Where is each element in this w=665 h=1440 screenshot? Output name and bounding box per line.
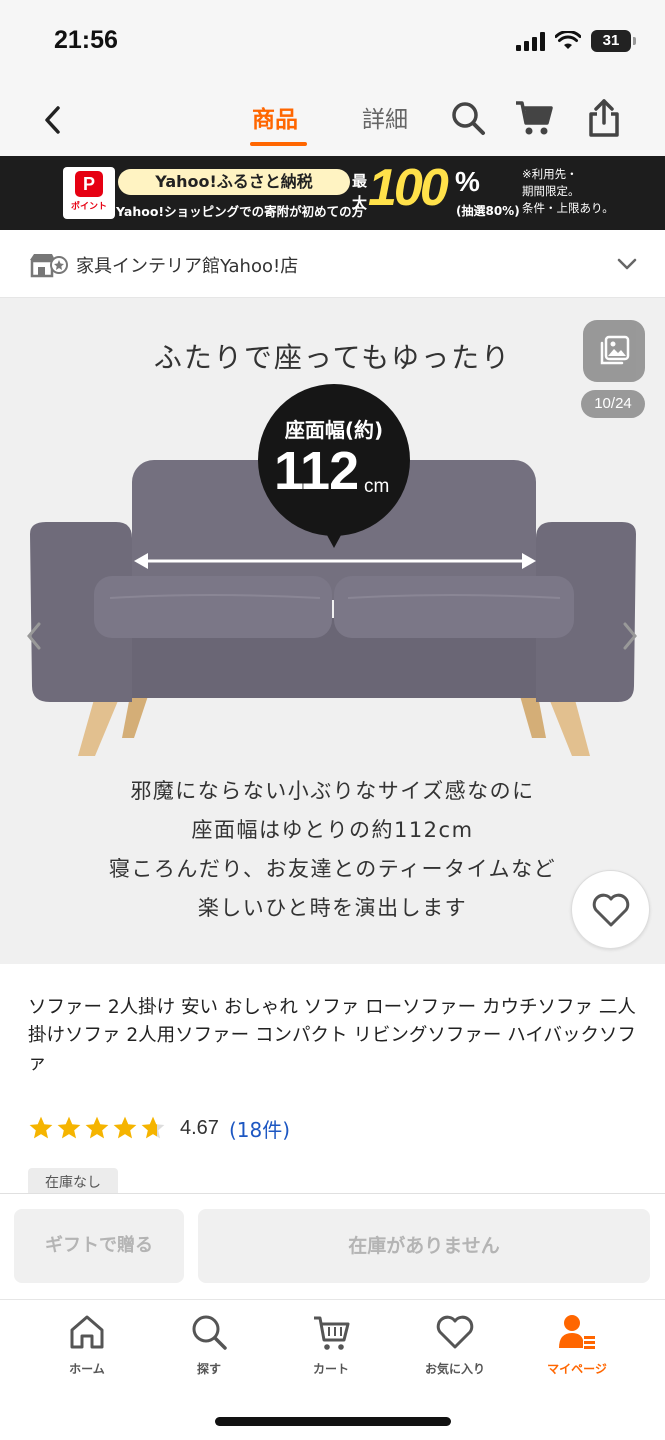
tab-cart[interactable]: カート <box>276 1310 386 1377</box>
chevron-down-icon[interactable] <box>615 252 639 276</box>
banner-note: ※利用先・ 期間限定。 条件・上限あり。 <box>522 167 614 215</box>
heart-icon <box>592 893 629 926</box>
caption-line: 座面幅はゆとりの約112cm <box>191 818 474 842</box>
seat-width-number: 112 <box>274 441 359 501</box>
store-name: 家具インテリア館Yahoo!店 <box>76 256 299 277</box>
cart-icon <box>314 1316 350 1350</box>
home-icon <box>70 1315 104 1349</box>
header-share-button[interactable] <box>582 96 626 140</box>
store-icon <box>30 254 68 278</box>
image-caption: 邪魔にならない小ぶりなサイズ感なのに 座面幅はゆとりの約112cm 寝ころんだり… <box>0 772 665 928</box>
back-button[interactable] <box>34 100 70 140</box>
banner-percent: % <box>455 166 480 197</box>
header-nav: 商品 詳細 <box>0 86 665 156</box>
paypay-points-logo: P ポイント <box>63 167 115 219</box>
gift-button[interactable]: ギフトで贈る <box>14 1209 184 1283</box>
tab-favorites[interactable]: お気に入り <box>400 1310 510 1377</box>
tab-active-indicator <box>250 142 307 146</box>
back-arrow-icon <box>45 106 60 134</box>
favorite-button[interactable] <box>571 870 650 949</box>
next-image-button[interactable] <box>618 616 642 656</box>
star-icon <box>29 1116 53 1139</box>
caption-line: 楽しいひと時を演出します <box>197 896 468 920</box>
star-half-icon <box>141 1116 165 1139</box>
review-count-link[interactable]: (18件) <box>229 1114 290 1143</box>
signal-icon <box>516 31 545 51</box>
stock-status-badge: 在庫なし <box>28 1168 118 1194</box>
caption-line: 寝ころんだり、お友達とのティータイムなど <box>108 857 557 881</box>
product-image-gallery[interactable]: ふたりで座ってもゆったり 座面幅(約) 112 cm 邪魔にならない小ぶりなサイ… <box>0 298 665 964</box>
action-bar: ギフトで贈る 在庫がありません <box>0 1193 665 1299</box>
points-logo-label: ポイント <box>70 202 107 212</box>
image-gallery-icon <box>600 335 630 365</box>
header-cart-button[interactable] <box>512 96 556 140</box>
out-of-stock-button[interactable]: 在庫がありません <box>198 1209 650 1283</box>
banner-headline: Yahoo!ふるさと納税 <box>118 169 350 195</box>
star-icon <box>57 1116 81 1139</box>
seat-width-unit: cm <box>364 476 390 497</box>
tab-detail[interactable]: 詳細 <box>362 100 408 134</box>
store-row[interactable]: 家具インテリア館Yahoo!店 <box>0 230 665 298</box>
banner-max-label: 最大 <box>352 172 368 212</box>
gallery-view-button[interactable] <box>583 320 645 382</box>
banner-subtext: Yahoo!ショッピングでの寄附が初めての方 <box>116 204 365 219</box>
wifi-icon <box>555 31 581 49</box>
tab-home[interactable]: ホーム <box>32 1310 142 1377</box>
banner-big-number: 100 <box>368 159 449 217</box>
star-icon <box>85 1116 109 1139</box>
tab-label: マイページ <box>547 1362 607 1376</box>
rating-row: 4.67 (18件) <box>28 1111 290 1145</box>
tab-product[interactable]: 商品 <box>252 100 298 134</box>
status-icons: 31 <box>516 30 636 52</box>
share-icon <box>589 99 619 137</box>
search-icon <box>192 1315 227 1350</box>
tab-label: カート <box>312 1362 349 1376</box>
status-bar: 21:56 31 <box>0 0 665 86</box>
tab-label: 探す <box>196 1362 221 1376</box>
tab-search[interactable]: 探す <box>154 1310 264 1377</box>
battery-icon: 31 <box>591 30 636 52</box>
banner-lottery: (抽選80%) <box>456 204 520 218</box>
promo-banner[interactable]: P ポイント Yahoo!ふるさと納税 Yahoo!ショッピングでの寄附が初めて… <box>0 156 665 230</box>
bottom-tab-bar: ホーム 探す カート お気に入り マイページ <box>0 1299 665 1440</box>
seat-width-label: 座面幅(約) <box>284 418 384 442</box>
tab-label: ホーム <box>69 1362 105 1376</box>
previous-image-button[interactable] <box>22 616 46 656</box>
chevron-right-icon <box>623 622 637 650</box>
tab-mypage[interactable]: マイページ <box>522 1310 632 1377</box>
points-logo-mark: P <box>75 171 103 197</box>
product-title: ソファー 2人掛け 安い おしゃれ ソファ ローソファー カウチソファ 二人掛け… <box>28 997 637 1074</box>
tab-label: お気に入り <box>424 1362 485 1376</box>
user-icon <box>559 1315 595 1349</box>
status-time: 21:56 <box>54 26 118 54</box>
cart-icon <box>516 101 553 135</box>
home-indicator <box>215 1417 451 1426</box>
caption-line: 邪魔にならない小ぶりなサイズ感なのに <box>130 779 535 803</box>
heart-icon <box>436 1315 474 1349</box>
search-icon <box>452 102 485 135</box>
rating-value: 4.67 <box>180 1116 219 1139</box>
header-search-button[interactable] <box>446 96 490 140</box>
seat-width-badge-tail <box>322 526 346 548</box>
image-counter: 10/24 <box>581 390 645 418</box>
star-icon <box>113 1116 137 1139</box>
chevron-left-icon <box>27 622 41 650</box>
